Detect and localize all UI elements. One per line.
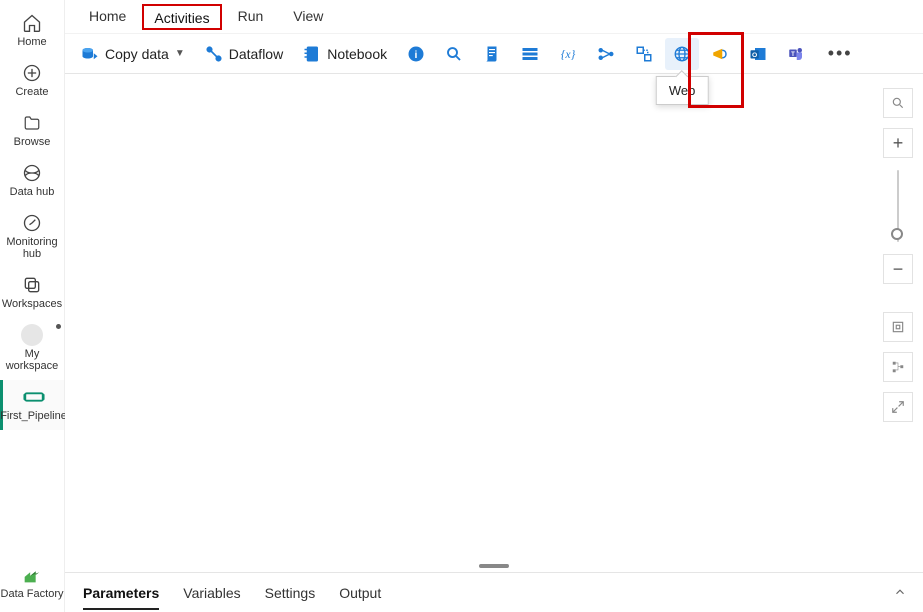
panel-resize-handle[interactable] [479,564,509,568]
rail-create[interactable]: Create [0,56,64,106]
ml-icon [597,45,615,63]
home-icon [21,12,43,34]
notebook-icon [303,45,321,63]
rail-home-label: Home [17,36,46,48]
main-area: Home Activities Run View Copy data ▼ Dat… [65,0,923,612]
workspaces-icon [21,274,43,296]
ribbon-tabs: Home Activities Run View [65,0,923,34]
notebook-label: Notebook [327,46,387,62]
copydata-button[interactable]: Copy data ▼ [73,38,193,70]
svg-text:O: O [752,52,757,59]
pipeline-icon [23,386,45,408]
bottom-panel: Parameters Variables Settings Output [65,572,923,612]
sproc-button[interactable] [513,38,547,70]
ellipsis-icon: ••• [828,43,853,64]
list-icon [521,45,539,63]
btab-output[interactable]: Output [339,576,381,610]
btab-parameters[interactable]: Parameters [83,576,159,610]
left-rail: Home Create Browse Data hub Monitoring h… [0,0,65,612]
info-icon: i [407,45,425,63]
rail-myworkspace[interactable]: My workspace [0,318,64,380]
tab-home[interactable]: Home [75,2,140,31]
search-icon [445,45,463,63]
rail-create-label: Create [15,86,48,98]
rail-myworkspace-label: My workspace [0,348,64,372]
expand-panel-button[interactable] [893,585,907,599]
rail-browse[interactable]: Browse [0,106,64,156]
avatar-icon [21,324,43,346]
plus-circle-icon [21,62,43,84]
folder-icon [21,112,43,134]
more-button[interactable]: ••• [823,38,857,70]
svg-text:{x}: {x} [561,48,576,61]
svg-text:T: T [791,51,795,57]
copydata-label: Copy data [105,46,169,62]
info-button[interactable]: i [399,38,433,70]
tab-view[interactable]: View [279,2,337,31]
outlook-button[interactable]: O [741,38,775,70]
rail-workspaces-label: Workspaces [2,298,62,310]
dataflow-icon [205,45,223,63]
copydata-icon [81,45,99,63]
autolayout-button[interactable] [883,352,913,382]
globe-icon [673,45,691,63]
outlook-icon: O [749,45,767,63]
web-tooltip: Web [656,76,709,105]
script-icon [483,45,501,63]
megaphone-icon [711,45,729,63]
zoom-in-button[interactable]: + [883,128,913,158]
btab-variables[interactable]: Variables [183,576,240,610]
web-tooltip-label: Web [669,83,696,98]
function-button[interactable] [627,38,661,70]
pipeline-canvas[interactable]: + − [65,74,923,572]
variable-icon: {x} [559,45,577,63]
rail-datafactory[interactable]: Data Factory [0,558,64,612]
zoom-out-button[interactable]: − [883,254,913,284]
activities-toolbar: Copy data ▼ Dataflow Notebook i [65,34,923,74]
teams-icon: T [787,45,805,63]
teams-button[interactable]: T [779,38,813,70]
rail-monitoring-label: Monitoring hub [0,236,64,260]
web-button[interactable]: Web [665,38,699,70]
rail-datahub[interactable]: Data hub [0,156,64,206]
tab-run[interactable]: Run [224,2,278,31]
tab-activities[interactable]: Activities [142,4,221,30]
fullscreen-button[interactable] [883,392,913,422]
rail-workspaces[interactable]: Workspaces [0,268,64,318]
chevron-down-icon: ▼ [175,48,185,59]
notebook-button[interactable]: Notebook [295,38,395,70]
datahub-icon [21,162,43,184]
datafactory-icon [21,564,43,586]
btab-settings[interactable]: Settings [265,576,316,610]
variable-button[interactable]: {x} [551,38,585,70]
function-icon [635,45,653,63]
canvas-search-button[interactable] [883,88,913,118]
rail-pipeline-label: First_Pipeline [0,410,67,422]
script-button[interactable] [475,38,509,70]
unsaved-dot-icon [56,324,61,329]
rail-pipeline[interactable]: First_Pipeline [0,380,64,430]
mlpipeline-button[interactable] [589,38,623,70]
rail-home[interactable]: Home [0,6,64,56]
zoom-slider[interactable] [897,170,899,242]
rail-browse-label: Browse [14,136,51,148]
lookup-button[interactable] [437,38,471,70]
fit-button[interactable] [883,312,913,342]
webhook-button[interactable] [703,38,737,70]
rail-datahub-label: Data hub [10,186,55,198]
dataflow-label: Dataflow [229,46,283,62]
svg-text:i: i [415,48,418,60]
dataflow-button[interactable]: Dataflow [197,38,291,70]
canvas-controls: + − [883,88,913,422]
rail-monitoring[interactable]: Monitoring hub [0,206,64,268]
monitoring-icon [21,212,43,234]
rail-datafactory-label: Data Factory [1,588,64,600]
zoom-thumb[interactable] [891,228,903,240]
